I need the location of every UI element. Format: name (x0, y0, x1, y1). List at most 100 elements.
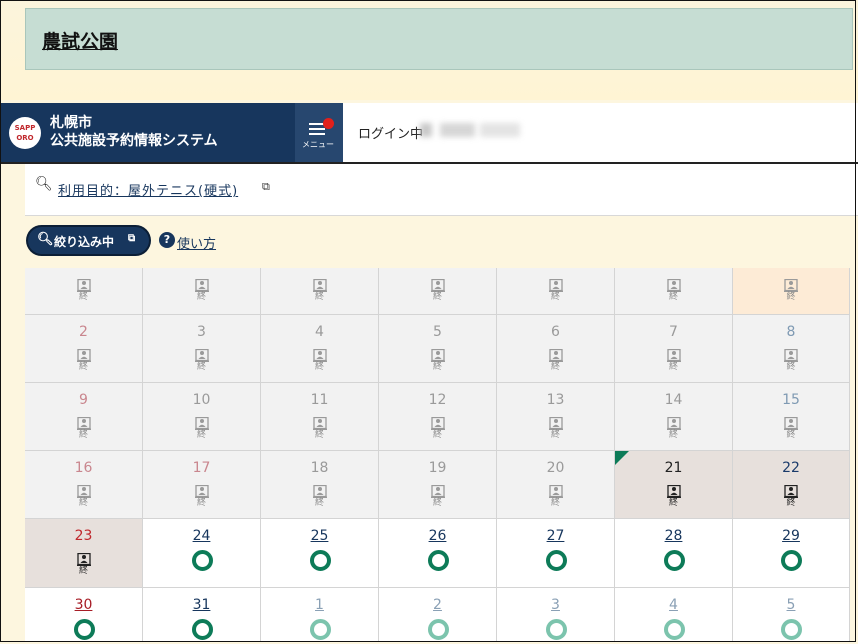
filter-button[interactable]: 🔍︎ 絞り込み中 ⧉ (28, 227, 149, 254)
closed-status: 終 (192, 417, 212, 441)
calendar-day-cell[interactable]: 26 (379, 519, 497, 588)
help-icon[interactable]: ? (159, 232, 175, 248)
available-circle-icon (545, 619, 567, 640)
redacted-user-name (420, 123, 520, 137)
closed-label: 終 (550, 498, 560, 508)
purpose-link[interactable]: 利用目的：屋外テニス(硬式) (58, 180, 238, 199)
closed-status: 終 (428, 279, 448, 303)
facility-icon (312, 417, 327, 430)
day-number: 14 (664, 392, 683, 408)
calendar-day-cell[interactable]: 30 (25, 588, 143, 642)
closed-status: 終 (546, 349, 566, 373)
facility-icon (76, 485, 91, 498)
day-number: 16 (74, 460, 93, 476)
filter-label: 絞り込み中 (54, 235, 115, 249)
facility-icon (548, 485, 563, 498)
calendar-day-cell: 終 (143, 268, 261, 315)
closed-label: 終 (668, 292, 678, 302)
day-number[interactable]: 29 (733, 528, 849, 544)
closed-status: 終 (74, 553, 94, 577)
closed-status: 終 (74, 349, 94, 373)
calendar-day-cell[interactable]: 3 (497, 588, 615, 642)
facility-icon (312, 279, 327, 292)
open-external-icon: ⧉ (128, 233, 136, 244)
facility-icon (194, 417, 209, 430)
closed-status: 終 (74, 279, 94, 303)
day-number[interactable]: 4 (615, 597, 732, 613)
day-number[interactable]: 25 (261, 528, 378, 544)
calendar-day-cell: 23 終 (25, 519, 143, 588)
calendar-day-cell: 終 (615, 268, 733, 315)
facility-icon (666, 349, 681, 362)
closed-status: 終 (781, 417, 801, 441)
day-number[interactable]: 3 (497, 597, 614, 613)
facility-icon (784, 417, 798, 430)
day-number[interactable]: 30 (25, 597, 142, 613)
available-status (545, 550, 567, 571)
facility-name[interactable]: 農試公園 (42, 27, 118, 54)
day-number[interactable]: 24 (143, 528, 260, 544)
closed-status: 終 (664, 417, 684, 441)
closed-status: 終 (664, 279, 684, 303)
brand-title: 札幌市 公共施設予約情報システム (50, 114, 218, 150)
calendar-day-cell: 終 (733, 268, 850, 315)
facility-icon (666, 485, 681, 498)
available-circle-icon (781, 550, 802, 571)
available-status (781, 550, 802, 571)
facility-icon (430, 485, 445, 498)
calendar-day-cell[interactable]: 27 (497, 519, 615, 588)
available-circle-icon (73, 619, 95, 640)
closed-label: 終 (550, 292, 560, 302)
calendar-day-cell[interactable]: 25 (261, 519, 379, 588)
day-number[interactable]: 28 (615, 528, 732, 544)
closed-label: 終 (786, 292, 796, 302)
closed-status: 終 (428, 349, 448, 373)
calendar-day-cell: 5終 (379, 315, 497, 383)
closed-status: 終 (428, 417, 448, 441)
closed-status: 終 (428, 485, 448, 509)
closed-status: 終 (310, 279, 330, 303)
closed-label: 終 (78, 362, 88, 372)
calendar-day-cell[interactable]: 5 (733, 588, 850, 642)
calendar-day-cell: 10 終 (143, 383, 261, 451)
closed-label: 終 (196, 430, 206, 440)
calendar-day-cell[interactable]: 28 (615, 519, 733, 588)
facility-icon (666, 279, 681, 292)
calendar-day-cell[interactable]: 31 (143, 588, 261, 642)
day-number[interactable]: 26 (379, 528, 496, 544)
facility-icon (312, 349, 327, 362)
menu-button[interactable]: メニュー (295, 103, 343, 162)
facility-icon (784, 485, 798, 498)
available-status (191, 619, 213, 640)
calendar-day-cell: 16 終 (25, 451, 143, 519)
calendar-day-cell[interactable]: 24 (143, 519, 261, 588)
help-link[interactable]: 使い方 (177, 233, 216, 252)
calendar-day-cell[interactable]: 1 (261, 588, 379, 642)
day-number: 4 (315, 324, 324, 340)
closed-status: 終 (192, 279, 212, 303)
day-number[interactable]: 31 (143, 597, 260, 613)
closed-label: 終 (550, 362, 560, 372)
day-number[interactable]: 1 (261, 597, 378, 613)
facility-icon (548, 349, 563, 362)
closed-status: 終 (546, 279, 566, 303)
calendar-day-cell: 18 終 (261, 451, 379, 519)
available-status (663, 550, 685, 571)
closed-label: 終 (196, 292, 206, 302)
day-number[interactable]: 2 (379, 597, 496, 613)
day-number[interactable]: 5 (733, 597, 849, 613)
closed-label: 終 (314, 430, 324, 440)
open-external-icon[interactable]: ⧉ (262, 180, 270, 194)
closed-label: 終 (78, 292, 88, 302)
closed-status: 終 (781, 349, 801, 373)
closed-label: 終 (432, 362, 442, 372)
calendar-day-cell[interactable]: 29 (733, 519, 850, 588)
closed-label: 終 (432, 498, 442, 508)
available-status (309, 619, 331, 640)
facility-icon (76, 279, 91, 292)
facility-icon (194, 485, 209, 498)
calendar-day-cell[interactable]: 2 (379, 588, 497, 642)
brand-link[interactable]: SAPP ORO 札幌市 公共施設予約情報システム (0, 103, 295, 162)
day-number[interactable]: 27 (497, 528, 614, 544)
calendar-day-cell[interactable]: 4 (615, 588, 733, 642)
